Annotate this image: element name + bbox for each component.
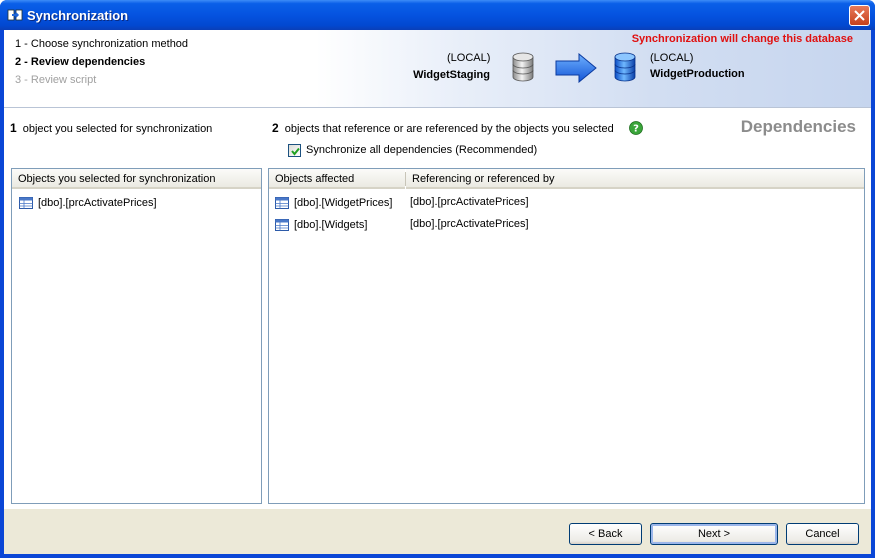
- table-row-object[interactable]: [dbo].[WidgetPrices]: [294, 197, 392, 209]
- target-server: (LOCAL): [650, 52, 694, 64]
- selected-objects-list[interactable]: Objects you selected for synchronization…: [11, 168, 262, 504]
- back-button[interactable]: < Back: [569, 523, 642, 545]
- dependencies-list[interactable]: Objects affected Referencing or referenc…: [268, 168, 865, 504]
- window-title: Synchronization: [27, 8, 129, 23]
- step-choose-method: 1 - Choose synchronization method: [15, 38, 189, 50]
- next-button[interactable]: Next >: [650, 523, 778, 545]
- source-server: (LOCAL): [447, 52, 491, 64]
- synchronization-window: Synchronization 1 - Choose synchronizati…: [0, 0, 875, 558]
- table-icon: [275, 219, 289, 231]
- cancel-button[interactable]: Cancel: [786, 523, 859, 545]
- close-button[interactable]: [849, 5, 870, 26]
- table-row-related[interactable]: [dbo].[prcActivatePrices]: [410, 196, 529, 208]
- title-bar[interactable]: Synchronization: [0, 0, 875, 30]
- referencing-column-header[interactable]: Referencing or referenced by: [406, 169, 864, 189]
- change-warning: Synchronization will change this databas…: [631, 33, 853, 45]
- table-icon: [275, 197, 289, 209]
- wizard-header: 1 - Choose synchronization method 2 - Re…: [4, 30, 871, 108]
- step-review-dependencies: 2 - Review dependencies: [15, 56, 146, 68]
- target-database: WidgetProduction: [650, 68, 745, 80]
- source-database: WidgetStaging: [413, 69, 490, 81]
- source-database-icon: [511, 52, 535, 85]
- sync-all-label: Synchronize all dependencies (Recommende…: [306, 144, 538, 156]
- checkmark-icon: [291, 147, 300, 156]
- section-title: Dependencies: [740, 117, 856, 136]
- dialog-body: 1 - Choose synchronization method 2 - Re…: [4, 30, 871, 554]
- objects-affected-column-header[interactable]: Objects affected: [269, 169, 405, 189]
- target-database-icon: [613, 52, 637, 85]
- button-bar: < Back Next > Cancel: [4, 508, 871, 554]
- selected-summary-text: object you selected for synchronization: [22, 123, 213, 135]
- table-row-related[interactable]: [dbo].[prcActivatePrices]: [410, 218, 529, 230]
- dependencies-count: 2: [272, 121, 279, 135]
- selected-count: 1: [10, 121, 17, 135]
- help-icon[interactable]: ?: [629, 121, 643, 135]
- sync-direction-arrow-icon: [555, 52, 597, 86]
- dependencies-summary-text: objects that reference or are referenced…: [284, 123, 614, 135]
- table-row-object[interactable]: [dbo].[Widgets]: [294, 219, 367, 231]
- close-icon: [854, 10, 865, 21]
- app-icon: [7, 7, 23, 23]
- dependencies-summary: 2 objects that reference or are referenc…: [272, 121, 614, 135]
- svg-text:?: ?: [633, 124, 639, 135]
- selected-objects-column-header[interactable]: Objects you selected for synchronization: [12, 169, 261, 189]
- table-icon: [19, 197, 33, 209]
- checkbox-box[interactable]: [288, 144, 301, 157]
- list-item[interactable]: [dbo].[prcActivatePrices]: [38, 197, 157, 209]
- selected-summary: 1 object you selected for synchronizatio…: [10, 121, 212, 135]
- step-review-script: 3 - Review script: [15, 74, 97, 86]
